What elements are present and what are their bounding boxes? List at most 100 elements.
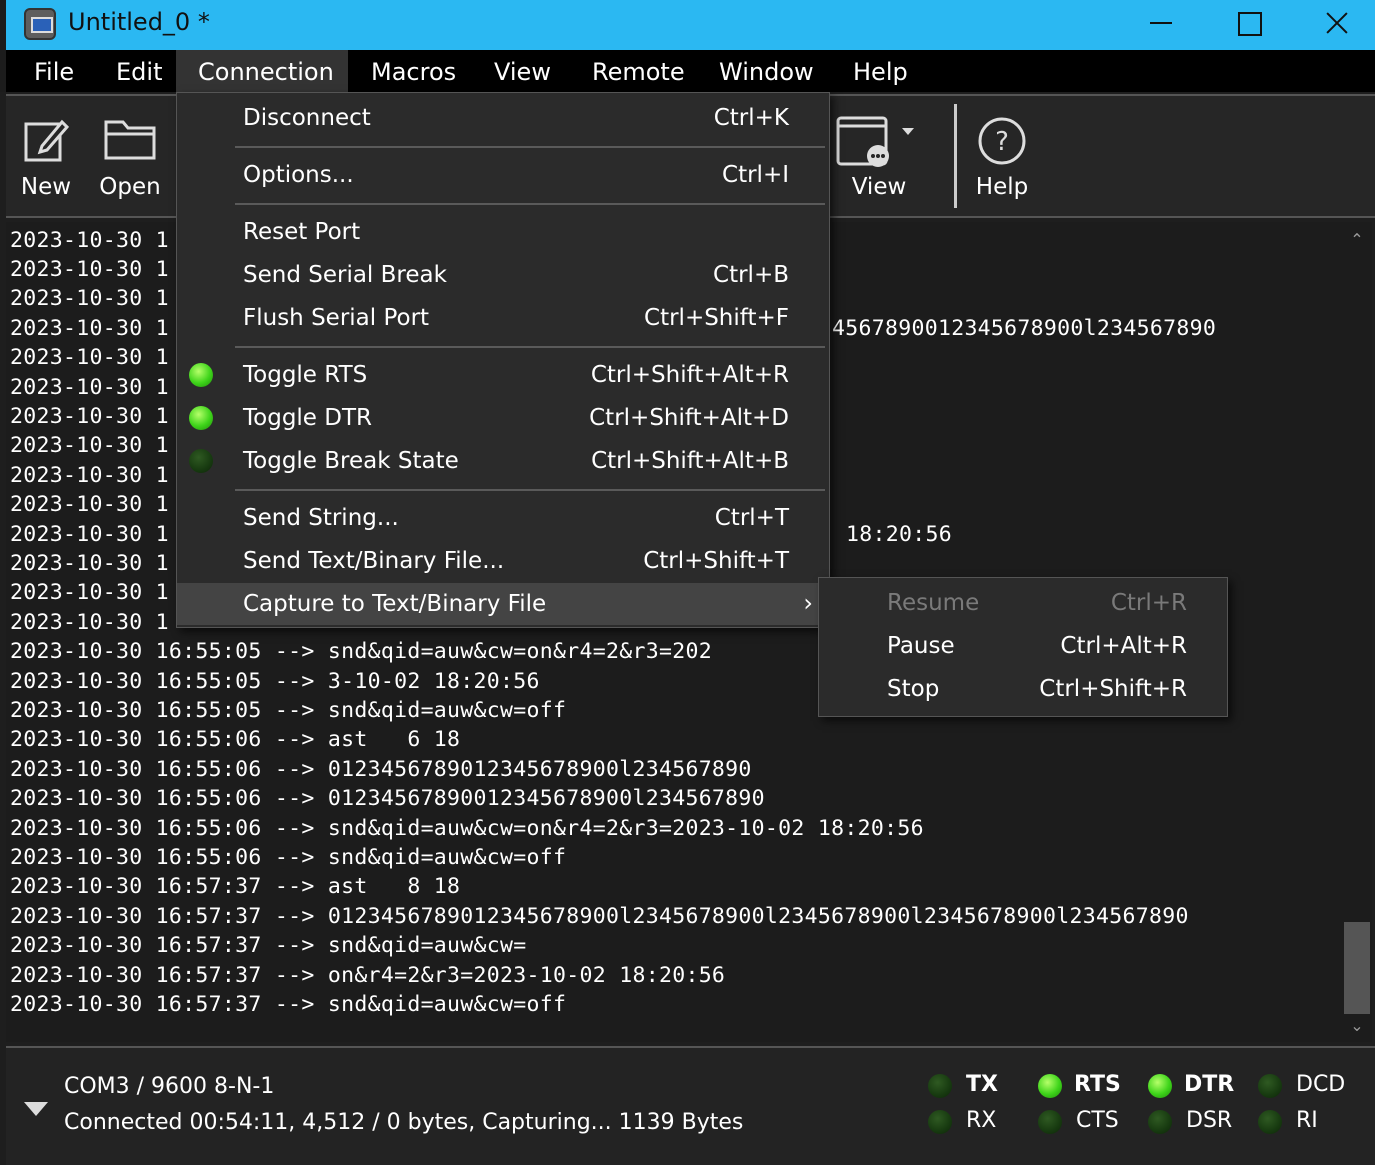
help-label: Help bbox=[975, 174, 1029, 200]
menu-item-capture-to-file[interactable]: Capture to Text/Binary File › bbox=[177, 583, 829, 625]
submenu-item-resume[interactable]: Resume Ctrl+R bbox=[819, 582, 1227, 624]
menu-item-shortcut: Ctrl+K bbox=[713, 105, 789, 131]
capture-submenu: Resume Ctrl+R Pause Ctrl+Alt+R Stop Ctrl… bbox=[818, 577, 1228, 717]
menu-item-options[interactable]: Options... Ctrl+I bbox=[177, 154, 829, 196]
dcd-label: DCD bbox=[1296, 1072, 1346, 1097]
rts-label: RTS bbox=[1074, 1072, 1121, 1097]
menu-item-send-file[interactable]: Send Text/Binary File... Ctrl+Shift+T bbox=[177, 540, 829, 582]
window-title: Untitled_0 * bbox=[68, 8, 210, 36]
dcd-led-icon bbox=[1258, 1074, 1282, 1098]
menu-item-toggle-break-state[interactable]: Toggle Break State Ctrl+Shift+Alt+B bbox=[177, 440, 829, 482]
new-button[interactable]: New bbox=[10, 96, 82, 216]
menu-separator bbox=[235, 346, 825, 348]
rx-led-icon bbox=[928, 1110, 952, 1134]
log-line: 2023-10-30 16:55:06 --> ast 6 18 bbox=[10, 727, 461, 752]
menu-separator bbox=[235, 203, 825, 205]
open-label: Open bbox=[99, 174, 161, 200]
menu-item-reset-port[interactable]: Reset Port bbox=[177, 211, 829, 253]
folder-icon bbox=[104, 120, 156, 160]
menu-item-label: Capture to Text/Binary File bbox=[243, 591, 547, 617]
menu-item-label: Send Serial Break bbox=[243, 262, 447, 288]
menu-file[interactable]: File bbox=[12, 50, 96, 92]
log-line: 2023-10-30 1 bbox=[10, 610, 169, 635]
menu-item-shortcut: Ctrl+Alt+R bbox=[1060, 633, 1187, 659]
log-line: 2023-10-30 16:55:05 --> snd&qid=auw&cw=o… bbox=[10, 639, 712, 664]
log-line: 2023-10-30 16:55:06 --> snd&qid=auw&cw=o… bbox=[10, 816, 924, 841]
log-line: 2023-10-30 1 bbox=[10, 404, 169, 429]
tx-led-icon bbox=[928, 1074, 952, 1098]
menu-bar: File Edit Connection Macros View Remote … bbox=[0, 50, 1375, 92]
menu-connection[interactable]: Connection bbox=[176, 50, 348, 92]
log-line: 2023-10-30 1 bbox=[10, 551, 169, 576]
dtr-label: DTR bbox=[1184, 1072, 1235, 1097]
menu-item-shortcut: Ctrl+Shift+T bbox=[643, 548, 789, 574]
cts-label: CTS bbox=[1076, 1108, 1119, 1133]
menu-help[interactable]: Help bbox=[831, 50, 930, 92]
menu-item-shortcut: Ctrl+I bbox=[722, 162, 789, 188]
rts-led-icon bbox=[1038, 1074, 1062, 1098]
connection-menu: Disconnect Ctrl+K Options... Ctrl+I Rese… bbox=[176, 92, 830, 628]
log-line: 2023-10-30 16:57:37 --> ast 8 18 bbox=[10, 874, 461, 899]
app-icon[interactable] bbox=[24, 8, 56, 40]
log-line: 2023-10-30 16:57:37 --> 0123456789012345… bbox=[10, 904, 1189, 929]
menu-item-send-string[interactable]: Send String... Ctrl+T bbox=[177, 497, 829, 539]
log-fragment: 4567890012345678900l234567890 bbox=[832, 316, 1217, 341]
port-settings: COM3 / 9600 8-N-1 bbox=[64, 1074, 275, 1099]
menu-item-label: Pause bbox=[887, 633, 955, 659]
menu-item-disconnect[interactable]: Disconnect Ctrl+K bbox=[177, 97, 829, 139]
menu-item-send-serial-break[interactable]: Send Serial Break Ctrl+B bbox=[177, 254, 829, 296]
menu-item-flush-serial-port[interactable]: Flush Serial Port Ctrl+Shift+F bbox=[177, 297, 829, 339]
close-button[interactable] bbox=[1293, 0, 1375, 46]
menu-item-label: Toggle RTS bbox=[243, 362, 368, 388]
menu-item-label: Options... bbox=[243, 162, 354, 188]
view-button[interactable]: View bbox=[834, 96, 924, 216]
menu-edit[interactable]: Edit bbox=[94, 50, 184, 92]
menu-view[interactable]: View bbox=[472, 50, 573, 92]
svg-text:?: ? bbox=[995, 127, 1009, 157]
menu-macros[interactable]: Macros bbox=[349, 50, 478, 92]
cts-led-icon bbox=[1038, 1110, 1062, 1134]
menu-window[interactable]: Window bbox=[697, 50, 836, 92]
open-button[interactable]: Open bbox=[90, 96, 170, 216]
menu-item-toggle-rts[interactable]: Toggle RTS Ctrl+Shift+Alt+R bbox=[177, 354, 829, 396]
dsr-label: DSR bbox=[1186, 1108, 1233, 1133]
new-label: New bbox=[20, 174, 72, 200]
menu-item-toggle-dtr[interactable]: Toggle DTR Ctrl+Shift+Alt+D bbox=[177, 397, 829, 439]
menu-item-shortcut: Ctrl+Shift+R bbox=[1039, 676, 1187, 702]
scroll-down-icon[interactable]: ⌄ bbox=[1348, 1016, 1366, 1035]
tx-label: TX bbox=[966, 1072, 998, 1097]
menu-item-label: Flush Serial Port bbox=[243, 305, 430, 331]
help-icon: ? bbox=[978, 117, 1026, 165]
help-button[interactable]: ? Help bbox=[964, 96, 1040, 216]
log-line: 2023-10-30 1 bbox=[10, 463, 169, 488]
scrollbar-thumb[interactable] bbox=[1344, 922, 1370, 1014]
status-bar: COM3 / 9600 8-N-1 Connected 00:54:11, 4,… bbox=[6, 1046, 1375, 1165]
log-line: 2023-10-30 1 bbox=[10, 580, 169, 605]
rts-state-led-icon bbox=[189, 363, 213, 387]
collapse-arrow-icon[interactable] bbox=[24, 1102, 48, 1116]
log-line: 2023-10-30 1 bbox=[10, 433, 169, 458]
vertical-scrollbar[interactable]: ⌃ ⌄ bbox=[1342, 222, 1372, 1042]
log-line: 2023-10-30 1 bbox=[10, 286, 169, 311]
log-line: 2023-10-30 1 bbox=[10, 522, 169, 547]
new-document-icon bbox=[24, 119, 70, 162]
ri-label: RI bbox=[1296, 1108, 1318, 1133]
log-line: 2023-10-30 16:55:06 --> 0123456789001234… bbox=[10, 786, 765, 811]
maximize-button[interactable] bbox=[1204, 0, 1292, 46]
scroll-up-icon[interactable]: ⌃ bbox=[1348, 230, 1366, 249]
log-line: 2023-10-30 1 bbox=[10, 345, 169, 370]
minimize-button[interactable] bbox=[1116, 0, 1204, 46]
menu-item-shortcut: Ctrl+Shift+F bbox=[644, 305, 789, 331]
submenu-item-pause[interactable]: Pause Ctrl+Alt+R bbox=[819, 625, 1227, 667]
menu-separator bbox=[235, 489, 825, 491]
log-line: 2023-10-30 16:57:37 --> snd&qid=auw&cw= bbox=[10, 933, 527, 958]
chevron-right-icon: › bbox=[803, 589, 813, 617]
menu-remote[interactable]: Remote bbox=[570, 50, 707, 92]
menu-item-label: Toggle Break State bbox=[243, 448, 459, 474]
log-line: 2023-10-30 1 bbox=[10, 257, 169, 282]
menu-item-shortcut: Ctrl+Shift+Alt+D bbox=[589, 405, 789, 431]
submenu-item-stop[interactable]: Stop Ctrl+Shift+R bbox=[819, 668, 1227, 710]
toolbar-separator bbox=[954, 104, 957, 208]
log-line: 2023-10-30 16:55:06 --> snd&qid=auw&cw=o… bbox=[10, 845, 567, 870]
menu-item-label: Disconnect bbox=[243, 105, 371, 131]
